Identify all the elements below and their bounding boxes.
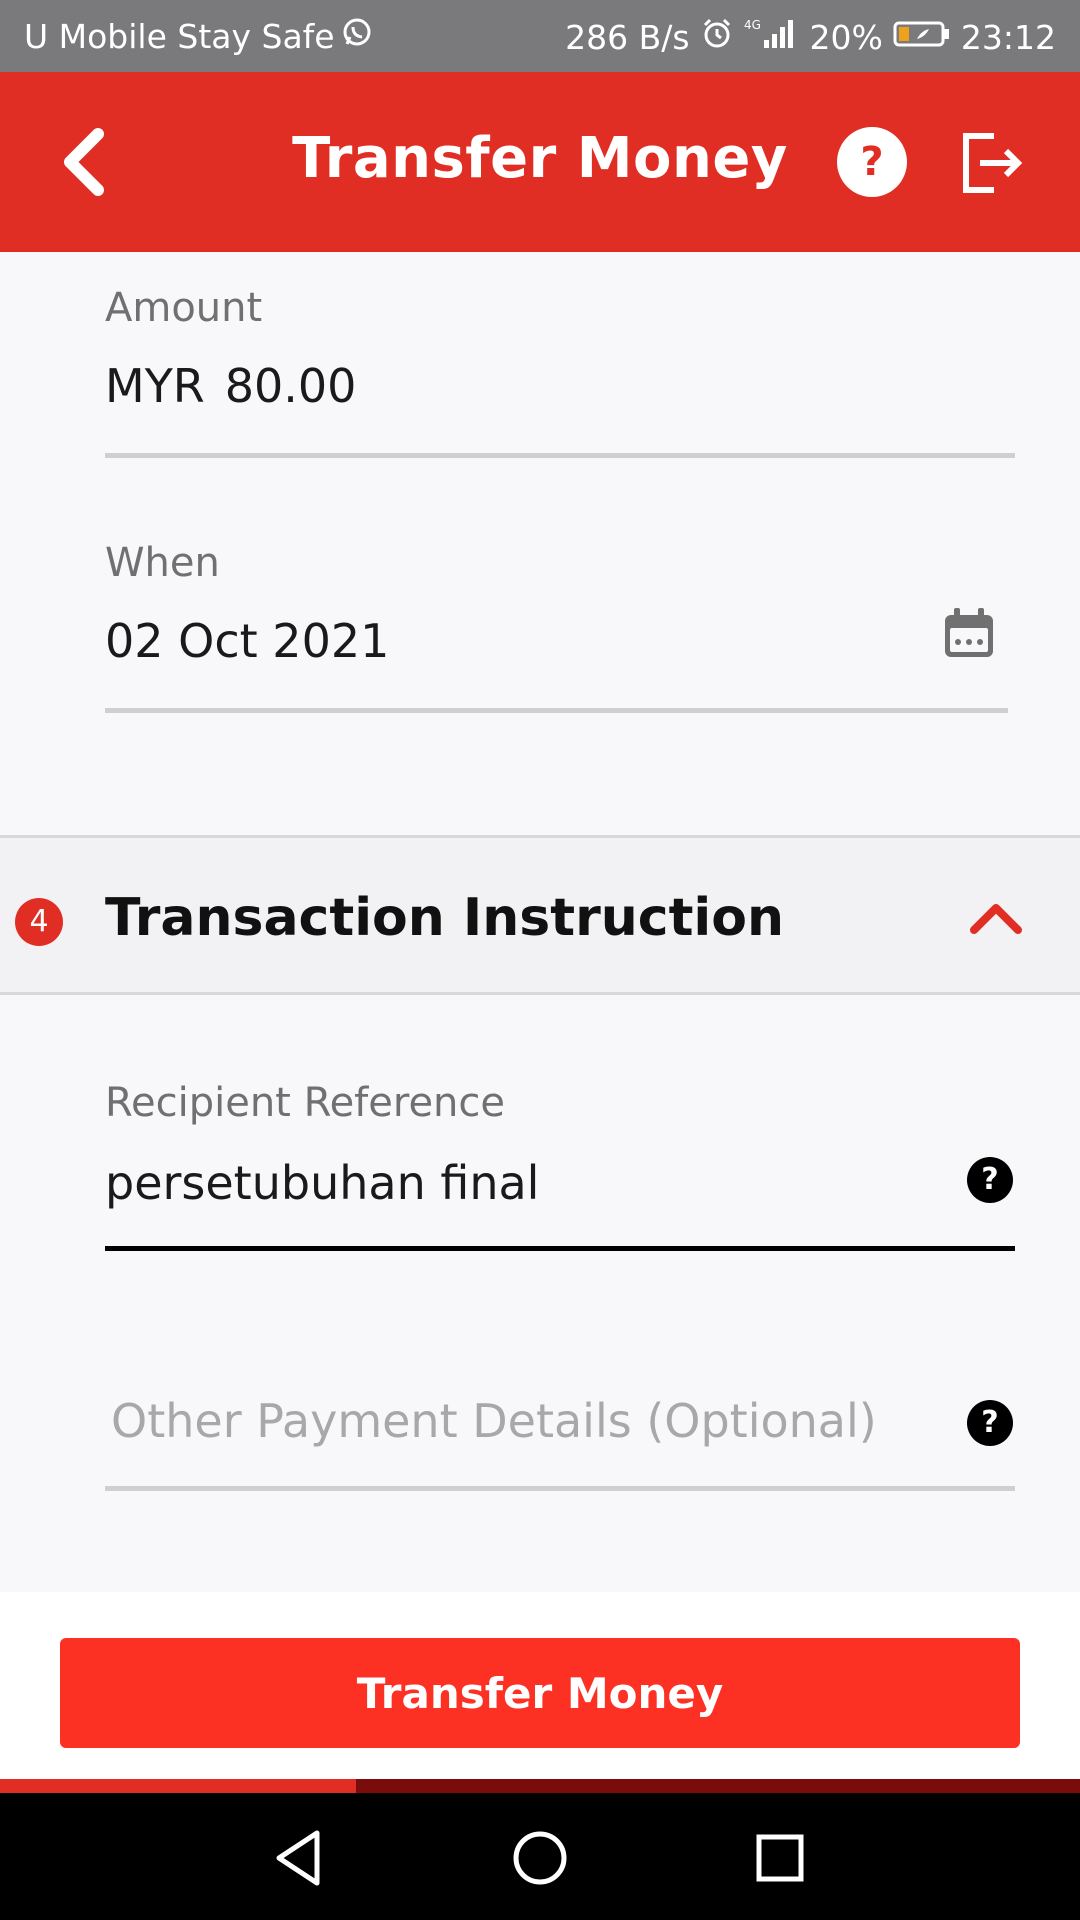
date-underline [105,708,1008,713]
date-field[interactable]: When 02 Oct 2021 [105,540,1015,668]
system-nav-bar [0,1793,1080,1920]
amount-underline [105,453,1015,458]
calendar-icon [945,608,993,657]
step-badge: 4 [15,898,63,946]
page-title: Transfer Money [292,126,788,191]
net-speed: 286 B/s [565,17,690,57]
progress-fill [0,1779,357,1793]
amount-label: Amount [105,285,263,331]
svg-text:4G: 4G [744,18,761,32]
other-details-field[interactable]: Other Payment Details (Optional) [111,1394,1021,1448]
recipient-reference-underline [105,1246,1015,1251]
other-details-underline [105,1486,1015,1491]
svg-text:?: ? [860,139,883,185]
nav-back-button[interactable] [265,1823,335,1893]
whatsapp-icon [341,16,373,56]
back-triangle-icon [276,1830,320,1886]
recents-square-icon [756,1834,804,1882]
date-input[interactable]: 02 Oct 2021 [105,614,1015,668]
transfer-money-button[interactable]: Transfer Money [60,1638,1020,1748]
logout-icon [963,133,1023,193]
calendar-button[interactable] [942,608,996,660]
other-details-input[interactable]: Other Payment Details (Optional) [111,1394,1021,1448]
clock: 23:12 [960,17,1056,57]
nav-home-button[interactable] [505,1823,575,1893]
4g-signal-icon: 4G [744,16,800,58]
carrier-name: U Mobile Stay Safe [24,16,335,56]
transaction-instruction-header[interactable]: 4 Transaction Instruction [0,835,1080,995]
app-bar: Transfer Money ? [0,72,1080,252]
status-bar: U Mobile Stay Safe 286 B/s 4G 20% 23:12 [0,0,1080,72]
amount-input[interactable]: 80.00 [225,359,357,413]
home-circle-icon [513,1831,567,1885]
nav-recents-button[interactable] [745,1823,815,1893]
question-circle-icon: ? [837,127,907,197]
logout-button[interactable] [960,130,1026,196]
amount-field[interactable]: Amount MYR 80.00 [105,285,1015,413]
recipient-reference-field[interactable]: Recipient Reference persetubuhan final [105,1080,1015,1210]
currency-code: MYR [105,359,205,413]
progress-bar [0,1779,1080,1793]
date-label: When [105,540,220,586]
status-left: U Mobile Stay Safe [24,16,373,56]
alarm-icon [700,16,734,58]
help-button[interactable]: ? [836,126,908,198]
recipient-reference-input[interactable]: persetubuhan final [105,1156,1015,1210]
status-right: 286 B/s 4G 20% 23:12 [565,16,1056,58]
amount-value-row: MYR 80.00 [105,359,1015,413]
chevron-up-icon [970,904,1022,934]
other-details-help-icon[interactable]: ? [967,1400,1013,1446]
collapse-button[interactable] [968,898,1024,938]
battery-percent: 20% [809,17,883,57]
section-title: Transaction Instruction [105,888,784,948]
battery-icon [893,18,951,57]
recipient-reference-label: Recipient Reference [105,1080,505,1126]
recipient-reference-help-icon[interactable]: ? [967,1157,1013,1203]
